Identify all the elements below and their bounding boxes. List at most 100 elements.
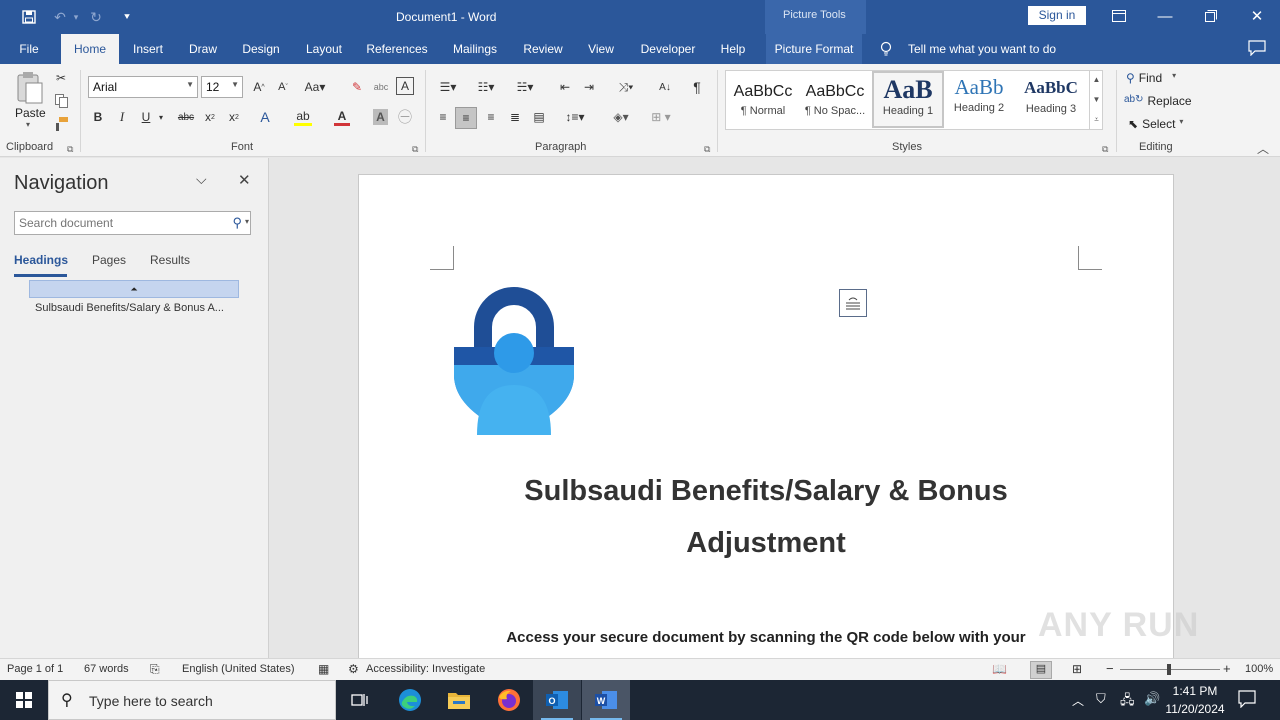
minimize-icon[interactable]: —	[1142, 0, 1188, 32]
tab-results[interactable]: Results	[150, 253, 190, 267]
comments-icon[interactable]	[1248, 40, 1266, 59]
taskbar-search-box[interactable]: ⚲ Type here to search	[48, 680, 336, 720]
notifications-icon[interactable]	[1238, 690, 1256, 711]
task-view-icon[interactable]	[336, 680, 384, 720]
shrink-font-icon[interactable]: Aˇ	[274, 78, 292, 96]
document-body-text[interactable]: Access your secure document by scanning …	[430, 629, 1102, 646]
styles-scroll[interactable]: ▲ ▼ ⩡	[1089, 70, 1103, 130]
print-layout-icon[interactable]: ▤	[1030, 661, 1052, 679]
firefox-icon[interactable]	[485, 680, 533, 720]
bold-icon[interactable]: B	[90, 108, 106, 126]
font-launcher-icon[interactable]: ⧉	[412, 144, 418, 155]
collapse-all-icon[interactable]: ⏶	[130, 284, 137, 294]
align-left-icon[interactable]: ≡	[434, 108, 452, 126]
sign-in-button[interactable]: Sign in	[1028, 6, 1086, 25]
network-icon[interactable]: 🖧	[1120, 691, 1135, 713]
close-pane-icon[interactable]: ✕	[238, 171, 251, 189]
zoom-out-icon[interactable]: −	[1106, 661, 1114, 676]
redo-icon[interactable]: ↻	[86, 8, 106, 26]
read-mode-icon[interactable]: 📖	[992, 662, 1007, 676]
replace-button[interactable]: ab↻ Replace	[1124, 94, 1192, 108]
volume-icon[interactable]: 🔊	[1144, 691, 1160, 707]
tab-picture-format[interactable]: Picture Format	[766, 34, 862, 64]
edge-browser-icon[interactable]	[386, 680, 434, 720]
numbering-icon[interactable]: ☷▾	[472, 78, 500, 96]
style-heading-3[interactable]: AaBbC Heading 3	[1015, 71, 1087, 128]
shading-icon[interactable]: ◈▾	[606, 108, 636, 126]
clock-date[interactable]: 11/20/2024	[1164, 702, 1226, 716]
borders-icon[interactable]: ⊞ ▾	[644, 108, 678, 126]
justify-icon[interactable]: ≣	[506, 108, 524, 126]
cut-icon[interactable]: ✂	[52, 69, 70, 87]
asian-layout-icon[interactable]: ⤨▾	[612, 78, 640, 96]
tab-insert[interactable]: Insert	[127, 34, 169, 64]
maximize-icon[interactable]	[1188, 0, 1234, 32]
tab-pages[interactable]: Pages	[92, 253, 126, 267]
tab-home[interactable]: Home	[61, 34, 119, 64]
tab-view[interactable]: View	[582, 34, 620, 64]
clear-formatting-icon[interactable]: ✎	[348, 78, 366, 96]
document-page[interactable]: Sulbsaudi Benefits/Salary & Bonus Adjust…	[358, 174, 1174, 658]
file-explorer-icon[interactable]	[435, 680, 483, 720]
select-button[interactable]: ⬉ Select ▾	[1128, 117, 1183, 131]
increase-indent-icon[interactable]: ⇥	[580, 78, 598, 96]
underline-dropdown-icon[interactable]: ▾	[156, 108, 166, 126]
tell-me-search[interactable]: Tell me what you want to do	[908, 42, 1056, 56]
paste-label[interactable]: Paste	[15, 106, 46, 120]
chevron-down-icon[interactable]: ▾	[245, 217, 249, 226]
close-window-icon[interactable]: ✕	[1234, 0, 1280, 32]
document-heading-line1[interactable]: Sulbsaudi Benefits/Salary & Bonus	[430, 475, 1102, 508]
copy-icon[interactable]	[52, 92, 70, 110]
accessibility-icon[interactable]: ⚙	[348, 662, 359, 676]
font-color-icon[interactable]: A	[334, 108, 350, 126]
zoom-level[interactable]: 100%	[1245, 663, 1273, 675]
windows-start-icon[interactable]	[0, 680, 48, 720]
pane-options-icon[interactable]: ⌵	[196, 171, 207, 188]
heading-item[interactable]: Sulbsaudi Benefits/Salary & Bonus A...	[35, 302, 241, 314]
save-icon[interactable]	[19, 8, 39, 26]
style-heading-2[interactable]: AaBb Heading 2	[943, 71, 1015, 128]
paste-icon[interactable]	[14, 70, 46, 108]
strikethrough-icon[interactable]: abc	[176, 108, 196, 126]
character-border-icon[interactable]: A	[396, 77, 414, 95]
authenticator-shield-logo[interactable]	[453, 285, 575, 438]
font-name-combo[interactable]: Arial ▼	[88, 76, 198, 98]
customize-qat-icon[interactable]: ⯆	[117, 8, 137, 26]
picture-layout-options-icon[interactable]	[839, 289, 867, 317]
word-count[interactable]: 67 words	[84, 663, 129, 675]
style-heading-1[interactable]: AaB Heading 1	[872, 71, 944, 128]
text-predictions-icon[interactable]: ▦	[318, 662, 329, 676]
zoom-in-icon[interactable]: +	[1223, 661, 1231, 676]
style-normal[interactable]: AaBbCc ¶ Normal	[727, 71, 799, 128]
tab-design[interactable]: Design	[236, 34, 286, 64]
ribbon-display-options-icon[interactable]	[1096, 0, 1142, 32]
page-count[interactable]: Page 1 of 1	[7, 663, 63, 675]
sort-icon[interactable]: A↓	[656, 78, 674, 96]
proofing-icon[interactable]: ⎘	[150, 662, 160, 677]
web-layout-icon[interactable]: ⊞	[1072, 662, 1082, 676]
paste-dropdown-icon[interactable]: ▾	[26, 120, 30, 129]
language[interactable]: English (United States)	[182, 663, 295, 675]
accessibility-status[interactable]: Accessibility: Investigate	[366, 663, 485, 675]
tab-draw[interactable]: Draw	[183, 34, 223, 64]
tab-review[interactable]: Review	[518, 34, 568, 64]
tab-headings[interactable]: Headings	[14, 253, 68, 267]
enclose-characters-icon[interactable]: ㊀	[396, 108, 414, 126]
clock-time[interactable]: 1:41 PM	[1166, 684, 1224, 698]
show-formatting-icon[interactable]: ¶	[688, 78, 706, 96]
font-size-combo[interactable]: 12 ▼	[201, 76, 243, 98]
multilevel-list-icon[interactable]: ☵▾	[510, 78, 540, 96]
search-input[interactable]	[19, 215, 209, 231]
tab-developer[interactable]: Developer	[634, 34, 702, 64]
phonetic-guide-icon[interactable]: abc	[372, 78, 390, 96]
italic-icon[interactable]: I	[114, 108, 130, 126]
superscript-icon[interactable]: x2	[226, 108, 242, 126]
styles-launcher-icon[interactable]: ⧉	[1102, 144, 1108, 155]
highlight-icon[interactable]: ab	[294, 108, 312, 126]
tab-help[interactable]: Help	[715, 34, 751, 64]
subscript-icon[interactable]: x2	[202, 108, 218, 126]
change-case-icon[interactable]: Aa▾	[302, 78, 328, 96]
tab-mailings[interactable]: Mailings	[446, 34, 504, 64]
grow-font-icon[interactable]: A ^	[250, 78, 268, 96]
format-painter-icon[interactable]	[52, 115, 70, 133]
